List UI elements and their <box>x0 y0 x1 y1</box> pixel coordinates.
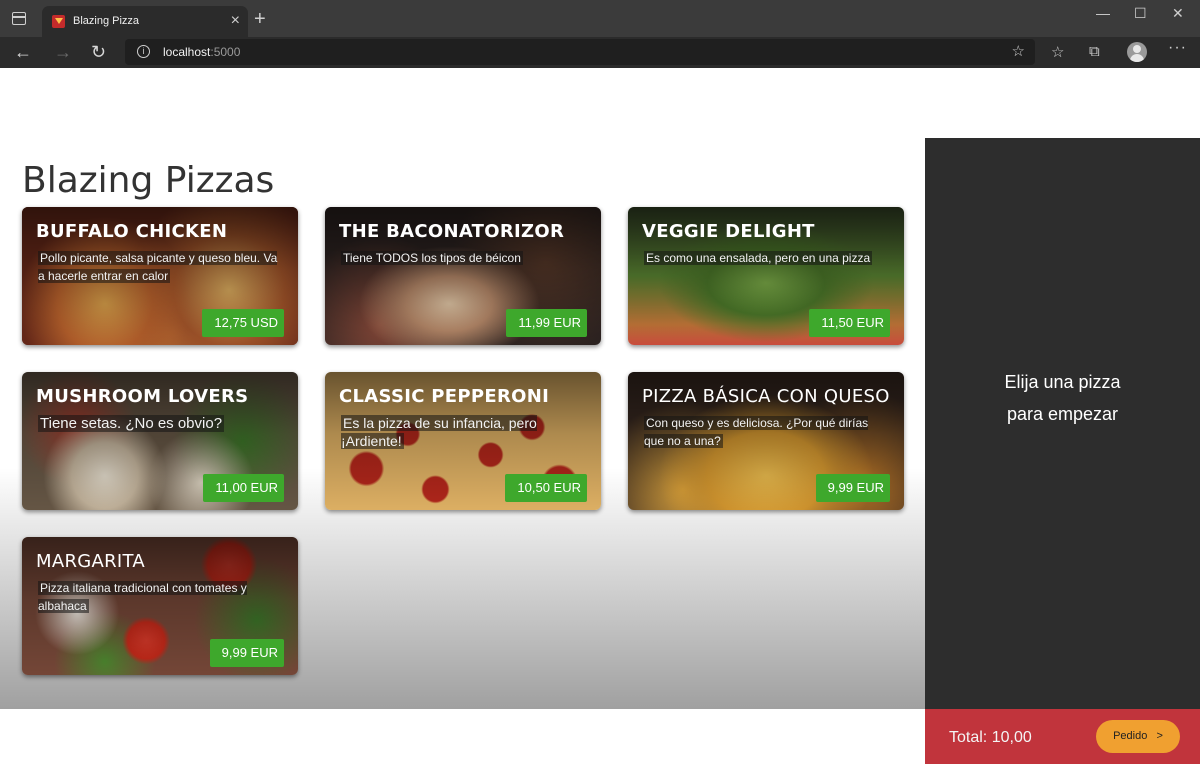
pizza-card-baconatorizor[interactable]: THE BACONATORIZOR Tiene TODOS los tipos … <box>325 207 601 345</box>
chevron-right-icon: > <box>1156 730 1163 742</box>
pizza-card-veggie-delight[interactable]: VEGGIE DELIGHT Es como una ensalada, per… <box>628 207 904 345</box>
pizza-favicon-icon <box>52 15 65 28</box>
tab-actions-icon[interactable] <box>12 12 26 25</box>
browser-toolbar: ← → ↻ i localhost:5000 ☆ ☆ ⧉ ··· <box>0 37 1200 68</box>
browser-tab[interactable]: Blazing Pizza × <box>42 6 248 37</box>
maximize-icon[interactable]: ☐ <box>1134 5 1147 22</box>
pizza-name: CLASSIC PEPPERONI <box>339 386 550 407</box>
price-badge: 11,99 EUR <box>506 309 587 337</box>
order-button[interactable]: Pedido > <box>1096 720 1180 753</box>
pizza-name: BUFFALO CHICKEN <box>36 221 228 242</box>
refresh-icon[interactable]: ↻ <box>91 40 106 64</box>
pizza-card-buffalo-chicken[interactable]: BUFFALO CHICKEN Pollo picante, salsa pic… <box>22 207 298 345</box>
order-sidebar: Elija una pizza para empezar <box>925 138 1200 709</box>
price-badge: 9,99 EUR <box>815 474 890 502</box>
pizza-description: Con queso y es deliciosa. ¿Por qué diría… <box>644 416 869 448</box>
pizza-name: MARGARITA <box>36 551 146 572</box>
more-menu-icon[interactable]: ··· <box>1168 39 1187 57</box>
pizza-description: Pizza italiana tradicional con tomates y… <box>38 581 247 613</box>
pizza-name: MUSHROOM LOVERS <box>36 386 249 407</box>
pizza-name: PIZZA BÁSICA CON QUESO <box>642 386 890 407</box>
pizza-card-classic-pepperoni[interactable]: CLASSIC PEPPERONI Es la pizza de su infa… <box>325 372 601 510</box>
close-window-icon[interactable]: ✕ <box>1172 5 1184 22</box>
pizza-card-mushroom-lovers[interactable]: MUSHROOM LOVERS Tiene setas. ¿No es obvi… <box>22 372 298 510</box>
page-content: Blazing Pizzas BUFFALO CHICKEN Pollo pic… <box>0 68 1200 764</box>
order-total: Total: 10,00 <box>949 729 1032 746</box>
pizza-description: Pollo picante, salsa picante y queso ble… <box>38 251 278 283</box>
address-text: localhost:5000 <box>163 45 241 59</box>
price-badge: 11,50 EUR <box>809 309 890 337</box>
site-info-icon[interactable]: i <box>137 45 150 58</box>
pizza-description: Es la pizza de su infancia, pero ¡Ardien… <box>341 415 537 449</box>
price-badge: 11,00 EUR <box>203 474 284 502</box>
tab-title: Blazing Pizza <box>73 15 140 27</box>
collections-icon[interactable]: ⧉ <box>1089 43 1100 60</box>
order-total-bar: Total: 10,00 Pedido > <box>925 709 1200 764</box>
back-icon[interactable]: ← <box>14 40 32 64</box>
pizza-description: Tiene setas. ¿No es obvio? <box>38 415 225 432</box>
empty-order-message: Elija una pizza para empezar <box>1004 372 1121 424</box>
close-tab-icon[interactable]: × <box>231 11 240 31</box>
pizza-name: VEGGIE DELIGHT <box>642 221 815 242</box>
pizza-card-basic-cheese[interactable]: PIZZA BÁSICA CON QUESO Con queso y es de… <box>628 372 904 510</box>
pizza-description: Es como una ensalada, pero en una pizza <box>644 251 873 265</box>
minimize-icon[interactable]: — <box>1096 5 1110 21</box>
pizza-description: Tiene TODOS los tipos de béicon <box>341 251 523 265</box>
pizza-card-margarita[interactable]: MARGARITA Pizza italiana tradicional con… <box>22 537 298 675</box>
page-title: Blazing Pizzas <box>22 160 275 201</box>
pizza-name: THE BACONATORIZOR <box>339 221 565 242</box>
forward-icon[interactable]: → <box>54 40 72 64</box>
pizza-menu: Blazing Pizzas BUFFALO CHICKEN Pollo pic… <box>0 138 925 709</box>
profile-avatar[interactable] <box>1127 42 1147 62</box>
new-tab-icon[interactable]: + <box>254 8 266 30</box>
favorites-icon[interactable]: ☆ <box>1051 43 1064 61</box>
price-badge: 9,99 EUR <box>209 639 284 667</box>
browser-tab-bar: Blazing Pizza × + — ☐ ✕ <box>0 0 1200 37</box>
address-bar[interactable]: i localhost:5000 ☆ <box>125 39 1035 65</box>
price-badge: 12,75 USD <box>202 309 284 337</box>
price-badge: 10,50 EUR <box>505 474 587 502</box>
add-favorite-icon[interactable]: ☆ <box>1012 42 1025 60</box>
